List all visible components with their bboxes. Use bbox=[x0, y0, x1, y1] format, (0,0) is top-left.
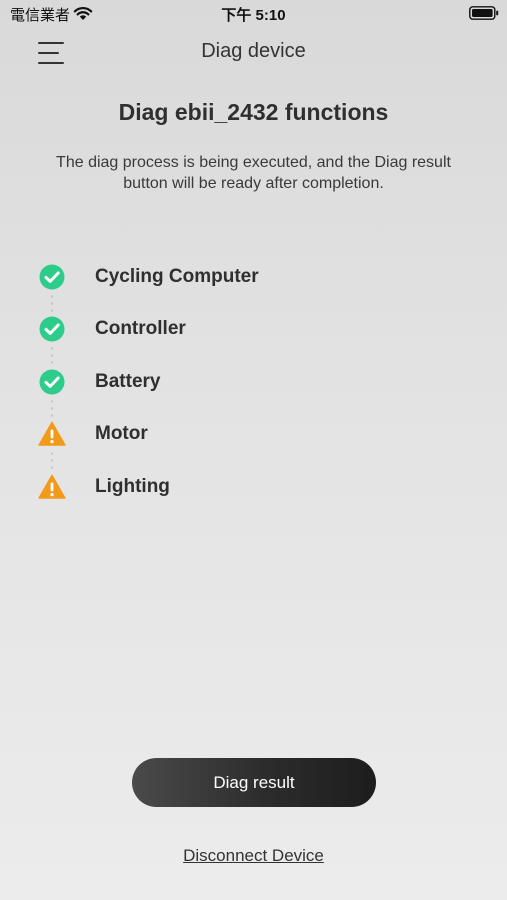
list-connector bbox=[51, 450, 53, 472]
battery-icon bbox=[469, 6, 499, 20]
function-item-battery: Battery bbox=[38, 368, 338, 396]
check-circle-icon bbox=[39, 369, 65, 395]
function-item-motor: Motor bbox=[38, 420, 338, 448]
status-time: 下午 5:10 bbox=[221, 7, 286, 24]
diag-description: The diag process is being executed, and … bbox=[56, 154, 451, 192]
warning-triangle-icon bbox=[38, 421, 66, 446]
warning-triangle-icon bbox=[38, 474, 66, 499]
function-label: Cycling Computer bbox=[95, 266, 259, 287]
function-list: Cycling Computer Controller Battery Moto… bbox=[0, 0, 507, 520]
nav-title: Diag device bbox=[201, 40, 306, 62]
list-connector bbox=[51, 293, 53, 315]
check-circle-icon bbox=[39, 264, 65, 290]
check-circle-icon bbox=[39, 316, 65, 342]
function-item-cycling-computer: Cycling Computer bbox=[38, 263, 338, 291]
function-label: Battery bbox=[95, 371, 161, 392]
list-connector bbox=[51, 398, 53, 420]
function-item-lighting: Lighting bbox=[38, 473, 338, 501]
function-item-controller: Controller bbox=[38, 315, 338, 343]
function-label: Controller bbox=[95, 318, 186, 339]
diag-result-button[interactable]: Diag result bbox=[132, 758, 376, 807]
list-connector bbox=[51, 345, 53, 367]
disconnect-device-link[interactable]: Disconnect Device bbox=[0, 846, 507, 866]
function-label: Lighting bbox=[95, 476, 170, 497]
function-label: Motor bbox=[95, 423, 148, 444]
page-title: Diag ebii_2432 functions bbox=[118, 99, 389, 125]
status-bar: 電信業者 下午 5:10 bbox=[0, 0, 507, 28]
